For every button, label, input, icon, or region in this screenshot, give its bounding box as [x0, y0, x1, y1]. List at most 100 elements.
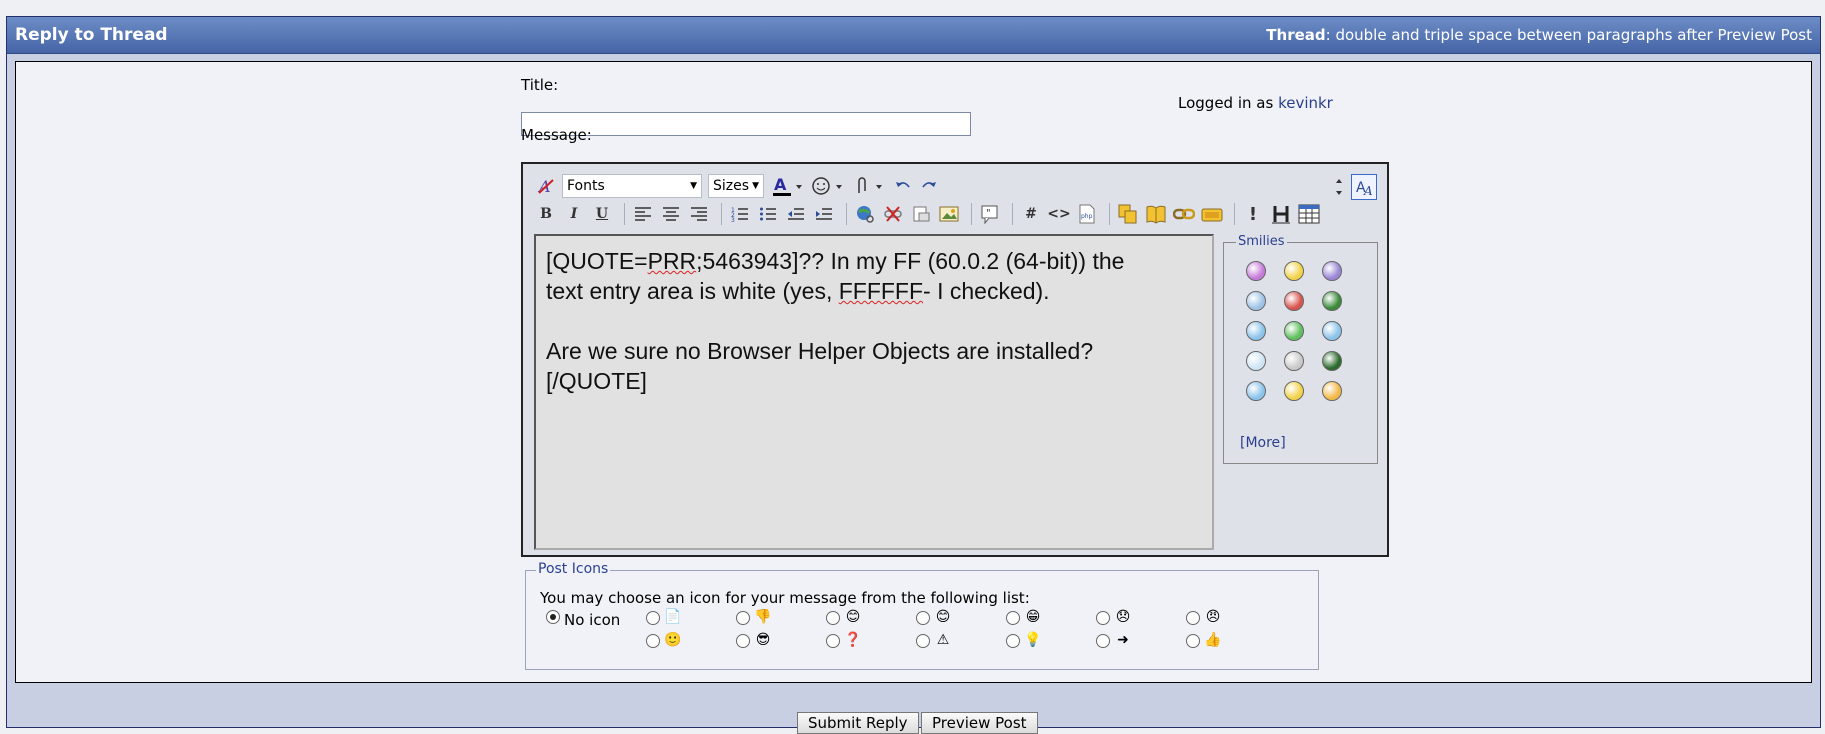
post-icons-description: You may choose an icon for your message … — [540, 589, 1030, 607]
redo-icon[interactable] — [918, 174, 942, 198]
svg-text:php: php — [1081, 213, 1093, 220]
title-label: Title: — [521, 76, 559, 94]
copy-icon[interactable] — [1116, 202, 1140, 226]
svg-text:A: A — [1363, 184, 1373, 197]
insert-image-icon[interactable] — [937, 202, 961, 226]
post-icon-radio[interactable] — [1186, 611, 1200, 625]
reply-form-container: Reply to Thread Thread: double and tripl… — [6, 16, 1821, 734]
post-icon-radio[interactable] — [826, 634, 840, 648]
no-icon-radio[interactable] — [546, 610, 560, 624]
exclamation-icon[interactable]: ! — [1241, 202, 1265, 226]
align-left-icon[interactable] — [631, 202, 655, 226]
message-text: [QUOTE= — [546, 248, 648, 274]
username-link[interactable]: kevinkr — [1278, 94, 1333, 112]
toolbar-divider — [1012, 203, 1013, 225]
resize-icon[interactable] — [1331, 175, 1347, 199]
post-icon-radio[interactable] — [1186, 634, 1200, 648]
quote-icon[interactable]: " — [978, 202, 1002, 226]
misspelled-word: FFFFFF — [838, 278, 924, 304]
smiley-icon[interactable] — [1246, 321, 1266, 341]
smiley-icon[interactable] — [1284, 291, 1304, 311]
toolbar-divider — [846, 203, 847, 225]
message-text: - I checked). — [923, 278, 1050, 304]
smiley-icon[interactable] — [1246, 261, 1266, 281]
misspelled-word: PRR — [647, 248, 697, 274]
smiley-insert-icon[interactable] — [810, 174, 846, 198]
email-link-icon[interactable] — [909, 202, 933, 226]
unordered-list-icon[interactable] — [756, 202, 780, 226]
align-center-icon[interactable] — [659, 202, 683, 226]
post-icon: 😠 — [1205, 609, 1221, 625]
smiley-icon[interactable] — [1284, 261, 1304, 281]
ordered-list-icon[interactable]: 123 — [728, 202, 752, 226]
post-icon-radio[interactable] — [1096, 634, 1110, 648]
indent-icon[interactable] — [812, 202, 836, 226]
align-right-icon[interactable] — [687, 202, 711, 226]
thread-name: : double and triple space between paragr… — [1325, 26, 1812, 44]
logged-in-info: Logged in as kevinkr — [1178, 94, 1333, 112]
wrap-html-icon[interactable]: <> — [1047, 202, 1071, 226]
remove-link-icon[interactable] — [881, 202, 905, 226]
switch-mode-icon[interactable]: AA — [1351, 174, 1377, 200]
smiley-icon[interactable] — [1322, 261, 1342, 281]
wrap-php-icon[interactable]: php — [1075, 202, 1099, 226]
smiley-icon[interactable] — [1246, 291, 1266, 311]
post-icon-radio[interactable] — [1096, 611, 1110, 625]
font-select[interactable]: Fonts ▼ — [562, 174, 702, 198]
book-icon[interactable] — [1144, 202, 1168, 226]
font-select-value: Fonts — [567, 178, 605, 194]
undo-icon[interactable] — [890, 174, 914, 198]
size-select[interactable]: Sizes ▼ — [708, 174, 764, 198]
post-icon-radio[interactable] — [646, 611, 660, 625]
post-icon: ❓ — [844, 632, 862, 648]
post-icon: 👍 — [1204, 632, 1222, 648]
remove-format-icon[interactable]: A — [534, 174, 558, 198]
post-icons-legend: Post Icons — [536, 561, 611, 577]
toolbar-row-1: A Fonts ▼ Sizes ▼ A — [534, 174, 946, 198]
smilies-box: Smilies [More] — [1223, 234, 1378, 464]
chevron-down-icon: ▼ — [752, 181, 759, 191]
post-icon-radio[interactable] — [646, 634, 660, 648]
italic-icon[interactable]: I — [562, 202, 586, 226]
post-icon-radio[interactable] — [826, 611, 840, 625]
smiley-icon[interactable] — [1284, 351, 1304, 371]
font-color-icon[interactable]: A — [770, 174, 806, 198]
link-chain-icon[interactable] — [1172, 202, 1196, 226]
wrap-code-icon[interactable]: # — [1019, 202, 1043, 226]
toolbar-divider — [1109, 203, 1110, 225]
insert-link-icon[interactable] — [853, 202, 877, 226]
outdent-icon[interactable] — [784, 202, 808, 226]
smiley-icon[interactable] — [1322, 291, 1342, 311]
bold-icon[interactable]: B — [534, 202, 558, 226]
toolbar-divider — [971, 203, 972, 225]
editor-mode-controls: AA — [1331, 174, 1381, 200]
smilies-more-link[interactable]: More — [1245, 435, 1280, 451]
message-line: Are we sure no Browser Helper Objects ar… — [546, 338, 1094, 364]
no-icon-label: No icon — [564, 611, 621, 629]
smiley-icon[interactable] — [1246, 351, 1266, 371]
underline-icon[interactable]: U — [590, 202, 614, 226]
folder-icon[interactable] — [1200, 202, 1224, 226]
post-icon: 📄 — [664, 609, 682, 625]
message-label: Message: — [521, 126, 592, 144]
message-textarea[interactable]: [QUOTE=PRR;5463943]?? In my FF (60.0.2 (… — [534, 234, 1214, 550]
post-icon-radio[interactable] — [1006, 611, 1020, 625]
post-icon-radio[interactable] — [916, 634, 930, 648]
post-icon-radio[interactable] — [916, 611, 930, 625]
message-text: text entry area is white (yes, — [546, 278, 839, 304]
smiley-icon[interactable] — [1322, 351, 1342, 371]
post-icon-radio[interactable] — [1006, 634, 1020, 648]
smiley-icon[interactable] — [1284, 381, 1304, 401]
post-icon-radio[interactable] — [736, 634, 750, 648]
post-icon: 💡 — [1024, 632, 1042, 648]
attachment-icon[interactable] — [850, 174, 886, 198]
smiley-icon[interactable] — [1284, 321, 1304, 341]
toolbar-divider — [624, 203, 625, 225]
smiley-icon[interactable] — [1322, 381, 1342, 401]
smiley-icon[interactable] — [1322, 321, 1342, 341]
smiley-icon[interactable] — [1246, 381, 1266, 401]
table-icon[interactable] — [1297, 202, 1321, 226]
message-line: [/QUOTE] — [546, 368, 647, 394]
post-icon-radio[interactable] — [736, 611, 750, 625]
h-icon[interactable] — [1269, 202, 1293, 226]
